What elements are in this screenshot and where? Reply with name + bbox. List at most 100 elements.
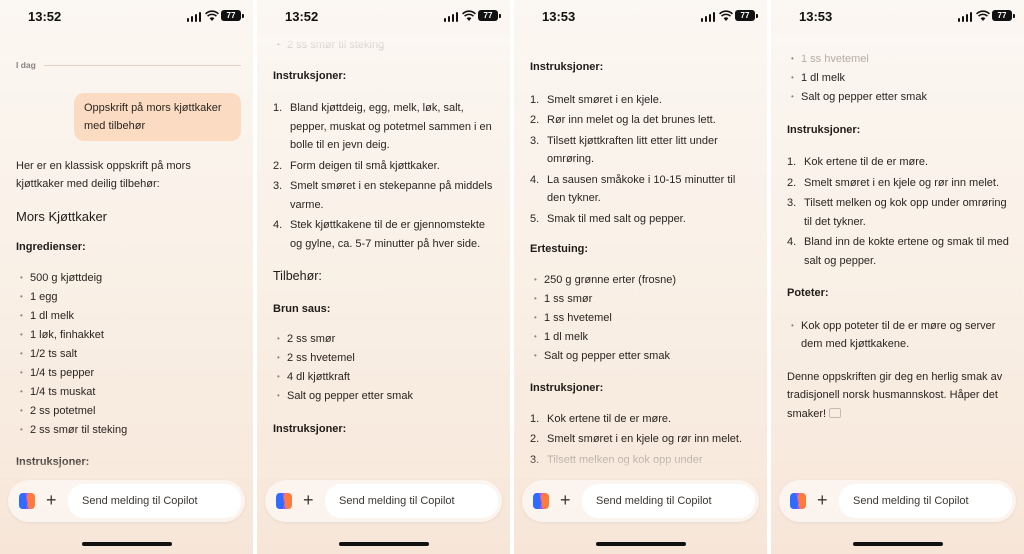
status-bar: 13:52 77 — [0, 0, 253, 32]
phone-screen-4: 13:53 77 1 ss hvetemel 1 dl melk Salt og… — [771, 0, 1024, 554]
list-item: 5. Smak til med salt og pepper. — [530, 212, 686, 225]
cellular-signal-icon — [187, 12, 201, 22]
list-item: 3. Tilsett melken og kok opp under omrøri… — [787, 197, 1007, 228]
status-time: 13:53 — [799, 9, 833, 24]
copilot-logo-icon[interactable] — [531, 491, 551, 511]
list-item: 2 ss potetmel — [16, 402, 241, 421]
list-item: 4. Bland inn de kokte ertene og smak til … — [787, 236, 1009, 267]
divider — [43, 64, 241, 66]
list-item: 1. Kok ertene til de er møre. — [787, 156, 929, 168]
message-input[interactable]: Send melding til Copilot — [325, 484, 498, 518]
list-item: 2 ss smør til steking — [16, 421, 241, 440]
plus-icon[interactable]: + — [46, 490, 57, 510]
phone-screen-1: 13:52 77 I dag Oppskrift på mors kjøttka… — [0, 0, 253, 554]
message-input[interactable]: Send melding til Copilot — [839, 484, 1012, 518]
list-item: Salt og pepper etter smak — [273, 387, 498, 406]
peas-instructions-list: 1. Kok ertene til de er møre. 2. Smelt smø… — [530, 410, 755, 470]
plate-emoji-icon — [829, 407, 842, 418]
plus-icon[interactable]: + — [560, 490, 571, 510]
phone-screen-2: 13:52 77 2 ss smør til steking Instruksj… — [257, 0, 510, 554]
battery-icon: 77 — [735, 10, 758, 21]
ingredients-heading: Ingredienser: — [16, 241, 86, 253]
instructions-heading: Instruksjoner: — [273, 69, 347, 82]
list-item: 3. Tilsett melken og kok opp under — [530, 453, 703, 466]
plus-icon[interactable]: + — [817, 490, 828, 510]
sauce-instructions-list: 1. Smelt smøret i en kjele. 2. Rør inn mel… — [530, 91, 755, 229]
cellular-signal-icon — [958, 12, 972, 22]
list-item: 1. Bland kjøttdeig, egg, melk, løk, salt,… — [273, 102, 492, 151]
status-bar: 13:53 77 — [514, 0, 767, 32]
list-item: 4. Stek kjøttkakene til de er gjennomstek… — [273, 219, 486, 250]
list-item: 500 g kjøttdeig — [16, 269, 241, 288]
status-bar: 13:53 77 — [771, 0, 1024, 32]
sauce-instructions-heading: Instruksjoner: — [273, 422, 347, 435]
chat-scroll-area[interactable]: Instruksjoner: 1. Smelt smøret i en kjele… — [514, 36, 767, 478]
ingredients-list: 500 g kjøttdeig 1 egg 1 dl melk 1 løk, f… — [16, 269, 241, 440]
list-item: 2. Rør inn melet og la det brunes lett. — [530, 114, 716, 126]
list-item: 1/4 ts muskat — [16, 383, 241, 402]
copilot-logo-icon[interactable] — [788, 491, 808, 511]
potato-heading: Poteter: — [787, 287, 829, 299]
message-composer: + Send melding til Copilot — [779, 480, 1016, 522]
status-time: 13:52 — [285, 9, 319, 24]
sauce-instructions-heading: Instruksjoner: — [530, 61, 604, 73]
date-separator: I dag — [16, 56, 241, 75]
message-input[interactable]: Send melding til Copilot — [68, 484, 241, 518]
cellular-signal-icon — [444, 12, 458, 22]
copilot-logo-icon[interactable] — [274, 491, 294, 511]
user-message-bubble[interactable]: Oppskrift på mors kjøttkaker med tilbehø… — [74, 92, 241, 141]
battery-icon: 77 — [478, 10, 501, 21]
peas-instructions-heading: Instruksjoner: — [787, 123, 861, 136]
list-item: 2. Smelt smøret i en kjele og rør inn mel… — [787, 176, 1000, 189]
message-input[interactable]: Send melding til Copilot — [582, 484, 755, 518]
list-item: 3. Smelt smøret i en stekepanne på middel… — [273, 180, 493, 211]
message-composer: + Send melding til Copilot — [8, 480, 245, 522]
copilot-logo-icon[interactable] — [17, 491, 37, 511]
message-composer: + Send melding til Copilot — [522, 480, 759, 522]
battery-icon: 77 — [221, 10, 244, 21]
list-item: 1 dl melk — [530, 328, 755, 347]
potato-list: Kok opp poteter til de er møre og server… — [787, 317, 1012, 354]
list-item: 4. La sausen småkoke i 10-15 minutter til… — [530, 173, 736, 205]
phone-screen-3: 13:53 77 Instruksjoner: 1. Smelt smøret i… — [514, 0, 767, 554]
list-item: Salt og pepper etter smak — [787, 88, 1012, 107]
battery-icon: 77 — [992, 10, 1015, 21]
ingredients-list: 2 ss smør til steking — [273, 36, 498, 55]
status-time: 13:52 — [28, 9, 62, 24]
instructions-heading: Instruksjoner: — [16, 456, 90, 468]
list-item: 2 ss hvetemel — [273, 349, 498, 368]
scroll-fade — [257, 456, 510, 478]
recipe-title: Mors Kjøttkaker — [16, 208, 108, 224]
home-indicator — [338, 542, 429, 546]
peas-list: 250 g grønne erter (frosne) 1 ss smør 1 … — [530, 271, 755, 366]
home-indicator — [595, 542, 686, 546]
sauce-list: 2 ss smør 2 ss hvetemel 4 dl kjøttkraft … — [273, 330, 498, 406]
chat-scroll-area[interactable]: 2 ss smør til steking Instruksjoner: 1.B… — [257, 36, 510, 478]
instructions-list: 1. Bland kjøttdeig, egg, melk, løk, salt,… — [273, 99, 498, 253]
status-time: 13:53 — [542, 9, 576, 24]
plus-icon[interactable]: + — [303, 490, 314, 510]
list-item: 2 ss smør — [273, 330, 498, 349]
chat-scroll-area[interactable]: 1 ss hvetemel 1 dl melk Salt og pepper e… — [771, 36, 1024, 478]
cellular-signal-icon — [701, 12, 715, 22]
wifi-icon — [205, 10, 219, 21]
peas-list: 1 ss hvetemel 1 dl melk Salt og pepper e… — [787, 50, 1012, 107]
list-item: 1/4 ts pepper — [16, 364, 241, 383]
screenshot-collage: 13:52 77 I dag Oppskrift på mors kjøttka… — [0, 0, 1024, 554]
assistant-closing: Denne oppskriften gir deg en herlig smak… — [787, 370, 1003, 420]
list-item: 1 ss smør — [530, 290, 755, 309]
list-item: 2 ss smør til steking — [273, 36, 498, 55]
date-label: I dag — [16, 60, 36, 70]
list-item: 1. Smelt smøret i en kjele. — [530, 93, 662, 106]
list-item: 3. Tilsett kjøttkraften litt etter litt u… — [530, 134, 718, 166]
peas-instructions-heading: Instruksjoner: — [530, 382, 604, 394]
list-item: 1 ss hvetemel — [530, 309, 755, 328]
wifi-icon — [719, 10, 733, 21]
list-item: Kok opp poteter til de er møre og server… — [787, 317, 1012, 354]
list-item: 1 ss hvetemel — [787, 50, 1012, 69]
list-item: 1/2 ts salt — [16, 345, 241, 364]
list-item: 250 g grønne erter (frosne) — [530, 271, 755, 290]
list-item: 2. Form deigen til små kjøttkaker. — [273, 159, 440, 172]
peas-instructions-list: 1. Kok ertene til de er møre. 2. Smelt smø… — [787, 153, 1012, 270]
chat-scroll-area[interactable]: I dag Oppskrift på mors kjøttkaker med t… — [0, 36, 253, 478]
